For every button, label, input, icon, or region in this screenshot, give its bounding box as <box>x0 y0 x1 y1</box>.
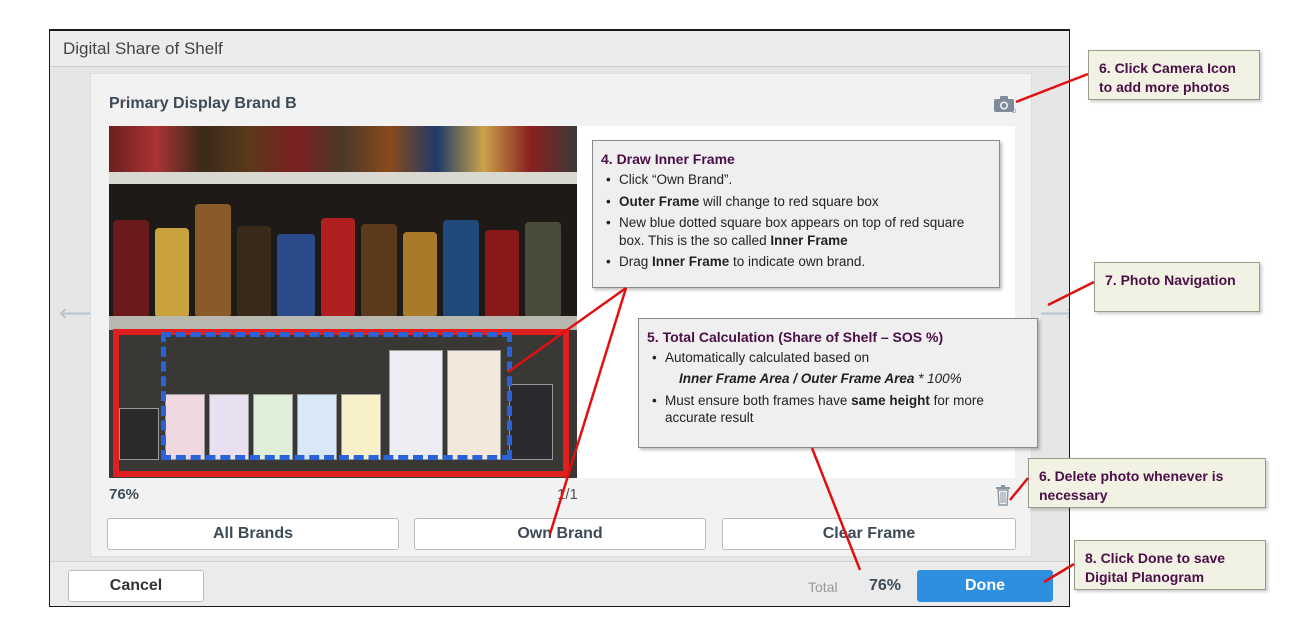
window-title: Digital Share of Shelf <box>63 39 223 58</box>
annotation-bullet: New blue dotted square box appears on to… <box>601 214 991 249</box>
photo-percent: 76% <box>109 486 140 503</box>
callout-camera: 6. Click Camera Icon to add more photos <box>1088 50 1260 100</box>
trash-icon[interactable] <box>995 484 1011 506</box>
title-bar: Digital Share of Shelf <box>50 31 1069 67</box>
all-brands-button[interactable]: All Brands <box>107 518 399 550</box>
annotation-bullet: Drag Inner Frame to indicate own brand. <box>601 253 991 271</box>
camera-icon[interactable]: D <box>993 94 1017 114</box>
stage: Digital Share of Shelf ⟵ ⟶ Primary Displ… <box>0 0 1293 630</box>
total-label: Total <box>808 579 838 595</box>
callout-navigation: 7. Photo Navigation <box>1094 262 1260 312</box>
own-brand-button[interactable]: Own Brand <box>414 518 706 550</box>
footer-bar: Cancel Total 76% Done <box>50 561 1069 606</box>
shelf-rail <box>109 316 577 330</box>
shelf-middle-row <box>109 184 577 316</box>
shelf-rail <box>109 172 577 184</box>
annotation-total-calculation: 5. Total Calculation (Share of Shelf – S… <box>638 318 1038 448</box>
svg-text:D: D <box>1012 109 1017 114</box>
clear-frame-button[interactable]: Clear Frame <box>722 518 1016 550</box>
annotation-title: 4. Draw Inner Frame <box>601 151 735 167</box>
card-title: Primary Display Brand B <box>109 95 297 112</box>
shelf-photo <box>109 126 577 478</box>
annotation-formula: Inner Frame Area / Outer Frame Area * 10… <box>679 370 962 386</box>
total-value: 76% <box>869 577 902 594</box>
shelf-top-row <box>109 126 577 172</box>
inner-frame[interactable] <box>161 332 512 460</box>
done-button[interactable]: Done <box>917 570 1053 602</box>
annotation-bullet: Outer Frame will change to red square bo… <box>601 193 991 211</box>
annotation-bullet: Automatically calculated based on <box>647 349 1029 367</box>
arrow-left-icon[interactable]: ⟵ <box>59 299 93 328</box>
cancel-button[interactable]: Cancel <box>68 570 204 602</box>
annotation-title: 5. Total Calculation (Share of Shelf – S… <box>647 329 944 345</box>
arrow-right-icon[interactable]: ⟶ <box>1040 299 1069 328</box>
annotation-bullet: Click “Own Brand”. <box>601 171 991 189</box>
annotation-draw-inner-frame: 4. Draw Inner Frame Click “Own Brand”. O… <box>592 140 1000 288</box>
annotation-bullet: Must ensure both frames have same height… <box>647 392 1029 427</box>
callout-delete: 6. Delete photo whenever is necessary <box>1028 458 1266 508</box>
callout-done: 8. Click Done to save Digital Planogram <box>1074 540 1266 590</box>
photo-page-indicator: 1/1 <box>557 486 578 503</box>
